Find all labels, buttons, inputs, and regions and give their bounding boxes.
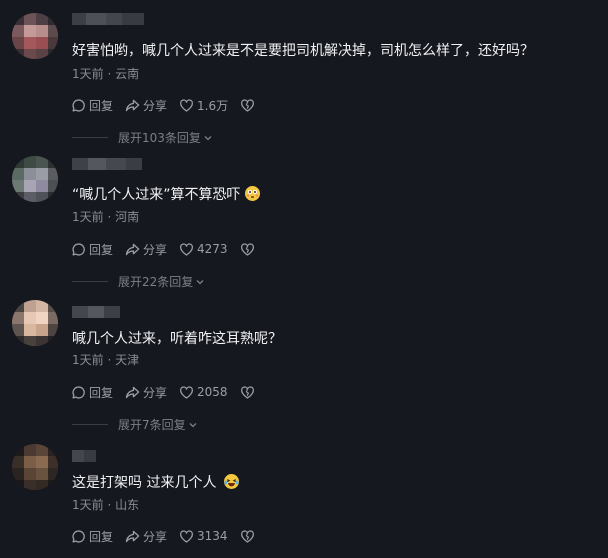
share-icon: [125, 243, 140, 255]
reply-icon: [72, 242, 85, 256]
heart-icon: [180, 529, 194, 543]
share-label: 分享: [143, 529, 168, 544]
dislike-button[interactable]: [240, 385, 255, 400]
heart-icon: [180, 385, 194, 399]
divider-line: [72, 424, 108, 425]
like-count: 3134: [197, 529, 228, 543]
share-icon: [125, 99, 140, 111]
comment-text: “喊几个人过来”算不算恐吓: [72, 185, 260, 205]
dislike-button[interactable]: [240, 529, 255, 544]
comment-text-content: “喊几个人过来”算不算恐吓: [72, 187, 241, 203]
heart-icon: [180, 242, 194, 256]
like-button[interactable]: 4273: [179, 242, 228, 257]
broken-heart-icon: [240, 529, 254, 543]
laughing-tears-emoji: [224, 474, 240, 489]
share-label: 分享: [143, 385, 168, 400]
like-button[interactable]: 1.6万: [179, 97, 228, 114]
comment-text: 喊几个人过来，听着咋这耳熟呢？: [72, 331, 282, 347]
reply-icon: [72, 98, 85, 112]
reply-label: 回复: [89, 242, 114, 257]
username-blurred[interactable]: [72, 13, 144, 25]
expand-replies-label: 展开103条回复: [118, 131, 201, 145]
comment-actions: 回复 分享 1.6万: [71, 96, 255, 114]
reply-label: 回复: [89, 529, 114, 544]
reply-button[interactable]: 回复: [71, 384, 113, 401]
username-blurred[interactable]: [72, 306, 120, 318]
share-button[interactable]: 分享: [125, 528, 167, 545]
expand-replies-label: 展开22条回复: [118, 275, 194, 289]
expand-replies-button[interactable]: 展开22条回复: [72, 273, 205, 290]
heart-icon: [180, 98, 194, 112]
reply-button[interactable]: 回复: [71, 97, 113, 114]
avatar[interactable]: [12, 156, 58, 202]
reply-icon: [72, 385, 85, 399]
broken-heart-icon: [240, 242, 254, 256]
broken-heart-icon: [241, 98, 255, 112]
like-count: 2058: [197, 385, 228, 399]
expand-replies-button[interactable]: 展开7条回复: [72, 416, 198, 433]
reply-label: 回复: [89, 98, 114, 113]
dislike-button[interactable]: [240, 98, 255, 113]
divider-line: [72, 281, 108, 282]
expand-replies-button[interactable]: 展开103条回复: [72, 129, 213, 146]
share-icon: [125, 386, 140, 398]
comment-text-content: 这是打架吗 过来几个人: [72, 475, 217, 491]
share-label: 分享: [143, 242, 168, 257]
share-icon: [125, 530, 140, 542]
avatar[interactable]: [12, 13, 58, 59]
share-label: 分享: [143, 98, 168, 113]
avatar[interactable]: [12, 300, 58, 346]
comment-meta: 1天前 · 山东: [72, 498, 140, 512]
reply-label: 回复: [89, 385, 114, 400]
reply-button[interactable]: 回复: [71, 528, 113, 545]
comment-text: 好害怕哟，喊几个人过来是不是要把司机解决掉，司机怎么样了，还好吗？: [72, 43, 534, 59]
share-button[interactable]: 分享: [125, 97, 167, 114]
username-blurred[interactable]: [72, 158, 142, 170]
divider-line: [72, 137, 108, 138]
comment-meta: 1天前 · 河南: [72, 210, 140, 224]
comment-actions: 回复 分享 2058: [71, 383, 255, 401]
chevron-down-icon: [204, 135, 212, 140]
like-button[interactable]: 3134: [179, 529, 228, 544]
like-count: 4273: [197, 242, 228, 256]
like-button[interactable]: 2058: [179, 385, 228, 400]
dislike-button[interactable]: [240, 242, 255, 257]
share-button[interactable]: 分享: [125, 241, 167, 258]
comment-actions: 回复 分享 3134: [71, 527, 255, 545]
expand-replies-label: 展开7条回复: [118, 418, 186, 432]
avatar[interactable]: [12, 444, 58, 490]
reply-button[interactable]: 回复: [71, 241, 113, 258]
share-button[interactable]: 分享: [125, 384, 167, 401]
chevron-down-icon: [189, 422, 197, 427]
broken-heart-icon: [240, 385, 254, 399]
reply-icon: [72, 529, 85, 543]
comment-meta: 1天前 · 云南: [72, 67, 140, 81]
comment-meta: 1天前 · 天津: [72, 353, 140, 367]
comment-text: 这是打架吗 过来几个人: [72, 473, 240, 493]
comment-actions: 回复 分享 4273: [71, 240, 255, 258]
like-count: 1.6万: [197, 98, 229, 113]
flushed-face-emoji: [244, 186, 260, 201]
username-blurred[interactable]: [72, 450, 96, 462]
chevron-down-icon: [196, 279, 204, 284]
